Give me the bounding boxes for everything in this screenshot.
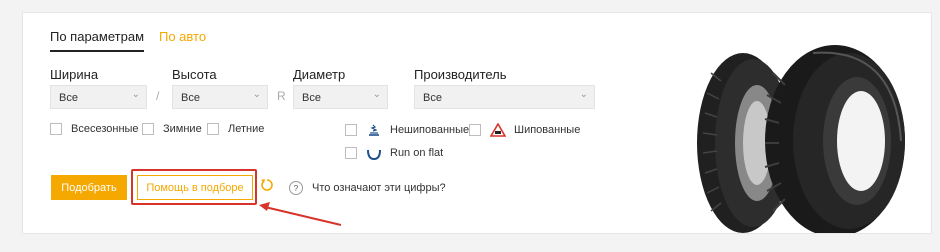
height-label: Высота [172,67,217,82]
studded-icon [490,123,506,137]
season-label: Зимние [163,123,202,135]
height-select-value: Все [181,92,200,104]
season-label: Летние [228,123,265,135]
tires-image [697,45,905,233]
reset-icon[interactable] [259,177,275,193]
option-non-studded[interactable]: Нешипованные [345,123,469,137]
diameter-select[interactable]: Все ⌄ [293,85,388,109]
chevron-down-icon: ⌄ [252,89,261,100]
checkbox[interactable] [207,123,219,135]
season-summer[interactable]: Летние [207,123,264,135]
diameter-prefix: R [277,89,286,103]
checkbox[interactable] [469,124,481,136]
checkbox[interactable] [142,123,154,135]
height-select[interactable]: Все ⌄ [172,85,268,109]
manufacturer-label: Производитель [414,67,507,82]
tab-by-car[interactable]: По авто [159,29,206,44]
checkbox[interactable] [50,123,62,135]
chevron-down-icon: ⌄ [372,89,381,100]
width-height-separator: / [156,89,160,103]
tab-by-parameters[interactable]: По параметрам [50,29,145,52]
annotation-arrow [259,202,342,226]
non-studded-icon [366,123,382,137]
manufacturer-select[interactable]: Все ⌄ [414,85,595,109]
width-select-value: Все [59,92,78,104]
chevron-down-icon: ⌄ [131,89,140,100]
run-flat-icon [366,146,382,160]
option-label: Нешипованные [390,124,470,136]
option-label: Run on flat [390,147,444,159]
diameter-label: Диаметр [293,67,346,82]
diameter-select-value: Все [302,92,321,104]
option-studded[interactable]: Шипованные [469,123,580,137]
season-all-season[interactable]: Всесезонные [50,123,139,135]
manufacturer-select-value: Все [423,92,442,104]
checkbox[interactable] [345,124,357,136]
submit-button[interactable]: Подобрать [51,175,127,200]
tire-search-panel: По параметрам По авто Ширина Высота Диам… [22,12,932,234]
option-run-flat[interactable]: Run on flat [345,146,443,160]
width-label: Ширина [50,67,99,82]
option-label: Шипованные [514,124,581,136]
help-select-button[interactable]: Помощь в подборе [137,175,253,200]
width-select[interactable]: Все ⌄ [50,85,147,109]
checkbox[interactable] [345,147,357,159]
chevron-down-icon: ⌄ [579,89,588,100]
season-label: Всесезонные [71,123,139,135]
season-winter[interactable]: Зимние [142,123,202,135]
